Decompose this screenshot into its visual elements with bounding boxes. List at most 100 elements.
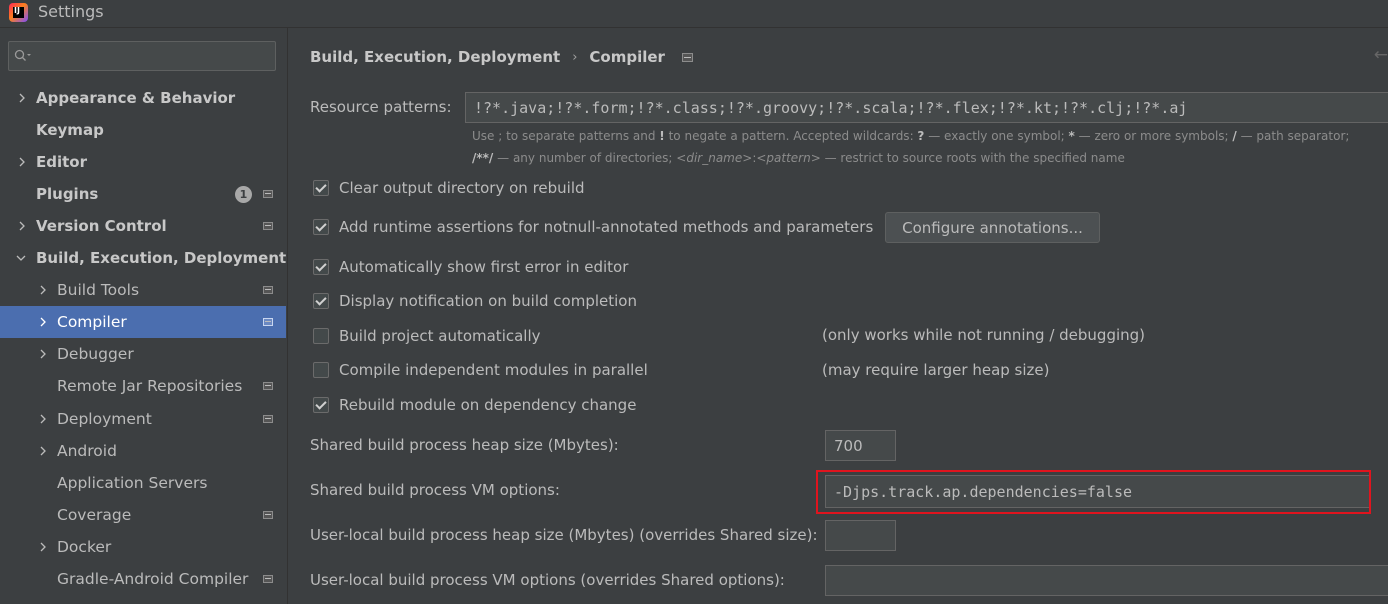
title-bar: IJ Settings (0, 0, 1388, 28)
resource-patterns-input[interactable]: !?*.java;!?*.form;!?*.class;!?*.groovy;!… (465, 92, 1388, 123)
shared-vm-options-label: Shared build process VM options: (310, 481, 560, 499)
checkbox-label: Automatically show first error in editor (339, 258, 629, 276)
checkbox-label: Compile independent modules in parallel (339, 361, 648, 379)
tree-item-label: Keymap (36, 121, 104, 139)
tree-item-remote-jar-repositories[interactable]: Remote Jar Repositories (0, 370, 286, 402)
clear-output-checkbox-row[interactable]: Clear output directory on rebuild (313, 179, 585, 197)
tree-item-label: Remote Jar Repositories (57, 377, 243, 395)
compiler-settings-panel: Build, Execution, Deployment › Compiler … (288, 28, 1388, 604)
update-count-badge: 1 (235, 186, 252, 203)
tree-item-label: Plugins (36, 185, 99, 203)
breadcrumb-item: Compiler (589, 48, 665, 66)
runtime-assertions-checkbox-row[interactable]: Add runtime assertions for notnull-annot… (313, 218, 873, 236)
show-first-error-checkbox[interactable] (313, 259, 329, 275)
project-settings-icon (263, 222, 273, 230)
intellij-idea-icon: IJ (9, 3, 28, 22)
build-automatically-note: (only works while not running / debuggin… (822, 326, 1146, 344)
parallel-compile-checkbox[interactable] (313, 362, 329, 378)
chevron-down-icon[interactable] (16, 253, 26, 263)
chevron-right-icon[interactable] (17, 221, 27, 231)
tree-item-label: Debugger (57, 345, 134, 363)
tree-item-label: Application Servers (57, 474, 208, 492)
parallel-compile-note: (may require larger heap size) (822, 361, 1050, 379)
resource-patterns-hint-line2: /**/ — any number of directories; <dir_n… (472, 151, 1125, 165)
build-automatically-checkbox-row[interactable]: Build project automatically (313, 327, 541, 345)
tree-item-deployment[interactable]: Deployment (0, 403, 286, 435)
tree-item-appearance-behavior[interactable]: Appearance & Behavior (0, 82, 286, 114)
resource-patterns-hint-line1: Use ; to separate patterns and ! to nega… (472, 129, 1350, 143)
chevron-right-icon[interactable] (38, 542, 48, 552)
highlight-annotation-box (816, 470, 1371, 514)
tree-item-gradle-android-compiler[interactable]: Gradle-Android Compiler (0, 563, 286, 595)
tree-item-label: Build Tools (57, 281, 140, 299)
checkbox-label: Add runtime assertions for notnull-annot… (339, 218, 874, 236)
tree-item-build-execution-deployment[interactable]: Build, Execution, Deployment (0, 242, 286, 274)
tree-item-label: Coverage (57, 506, 132, 524)
tree-item-label: Android (57, 442, 117, 460)
user-vm-options-input[interactable] (825, 565, 1388, 596)
checkbox-label: Build project automatically (339, 327, 541, 345)
build-notification-checkbox[interactable] (313, 293, 329, 309)
project-settings-icon (263, 511, 273, 519)
parallel-compile-checkbox-row[interactable]: Compile independent modules in parallel (313, 361, 648, 379)
chevron-right-icon[interactable] (17, 93, 27, 103)
tree-item-version-control[interactable]: Version Control (0, 210, 286, 242)
tree-item-docker[interactable]: Docker (0, 531, 286, 563)
tree-item-label: Build, Execution, Deployment (36, 249, 287, 267)
tree-item-label: Compiler (57, 313, 127, 331)
chevron-right-icon[interactable] (17, 157, 27, 167)
chevron-right-icon[interactable] (38, 285, 48, 295)
tree-item-compiler[interactable]: Compiler (0, 306, 286, 338)
tree-item-android[interactable]: Android (0, 435, 286, 467)
rebuild-on-dependency-checkbox-row[interactable]: Rebuild module on dependency change (313, 396, 636, 414)
back-arrow-icon[interactable]: ← (1374, 45, 1388, 65)
breadcrumb: Build, Execution, Deployment › Compiler (310, 48, 693, 66)
tree-item-application-servers[interactable]: Application Servers (0, 467, 286, 499)
resource-patterns-label: Resource patterns: (310, 98, 452, 116)
shared-heap-input[interactable]: 700 (825, 430, 896, 461)
tree-item-label: Docker (57, 538, 112, 556)
window-title: Settings (38, 2, 104, 21)
project-settings-icon (263, 318, 273, 326)
tree-item-label: Gradle-Android Compiler (57, 570, 249, 588)
checkbox-label: Rebuild module on dependency change (339, 396, 637, 414)
tree-item-label: Deployment (57, 410, 152, 428)
user-heap-label: User-local build process heap size (Mbyt… (310, 526, 818, 544)
project-settings-icon (263, 415, 273, 423)
clear-output-checkbox[interactable] (313, 180, 329, 196)
project-settings-icon (263, 190, 273, 198)
breadcrumb-separator: › (572, 49, 578, 65)
user-heap-input[interactable] (825, 520, 896, 551)
user-vm-options-label: User-local build process VM options (ove… (310, 571, 785, 589)
tree-item-debugger[interactable]: Debugger (0, 338, 286, 370)
show-first-error-checkbox-row[interactable]: Automatically show first error in editor (313, 258, 628, 276)
checkbox-label: Clear output directory on rebuild (339, 179, 585, 197)
configure-annotations-button[interactable]: Configure annotations... (885, 212, 1100, 243)
project-settings-icon (681, 52, 693, 62)
project-settings-icon (263, 575, 273, 583)
project-settings-icon (263, 286, 273, 294)
checkbox-label: Display notification on build completion (339, 292, 637, 310)
tree-item-keymap[interactable]: Keymap (0, 114, 286, 146)
shared-heap-label: Shared build process heap size (Mbytes): (310, 436, 619, 454)
chevron-right-icon[interactable] (38, 414, 48, 424)
chevron-right-icon[interactable] (38, 349, 48, 359)
search-input[interactable] (37, 46, 273, 68)
tree-item-build-tools[interactable]: Build Tools (0, 274, 286, 306)
rebuild-on-dependency-checkbox[interactable] (313, 397, 329, 413)
project-settings-icon (263, 382, 273, 390)
search-box[interactable] (8, 41, 276, 71)
tree-item-plugins[interactable]: Plugins 1 (0, 178, 286, 210)
tree-item-editor[interactable]: Editor (0, 146, 286, 178)
build-notification-checkbox-row[interactable]: Display notification on build completion (313, 292, 637, 310)
search-icon (14, 49, 31, 61)
tree-item-label: Version Control (36, 217, 167, 235)
chevron-right-icon[interactable] (38, 446, 48, 456)
runtime-assertions-checkbox[interactable] (313, 219, 329, 235)
build-automatically-checkbox[interactable] (313, 328, 329, 344)
tree-item-label: Editor (36, 153, 87, 171)
tree-item-label: Appearance & Behavior (36, 89, 236, 107)
tree-item-coverage[interactable]: Coverage (0, 499, 286, 531)
chevron-right-icon[interactable] (38, 317, 48, 327)
settings-sidebar: Appearance & Behavior Keymap Editor Plug… (0, 28, 288, 604)
